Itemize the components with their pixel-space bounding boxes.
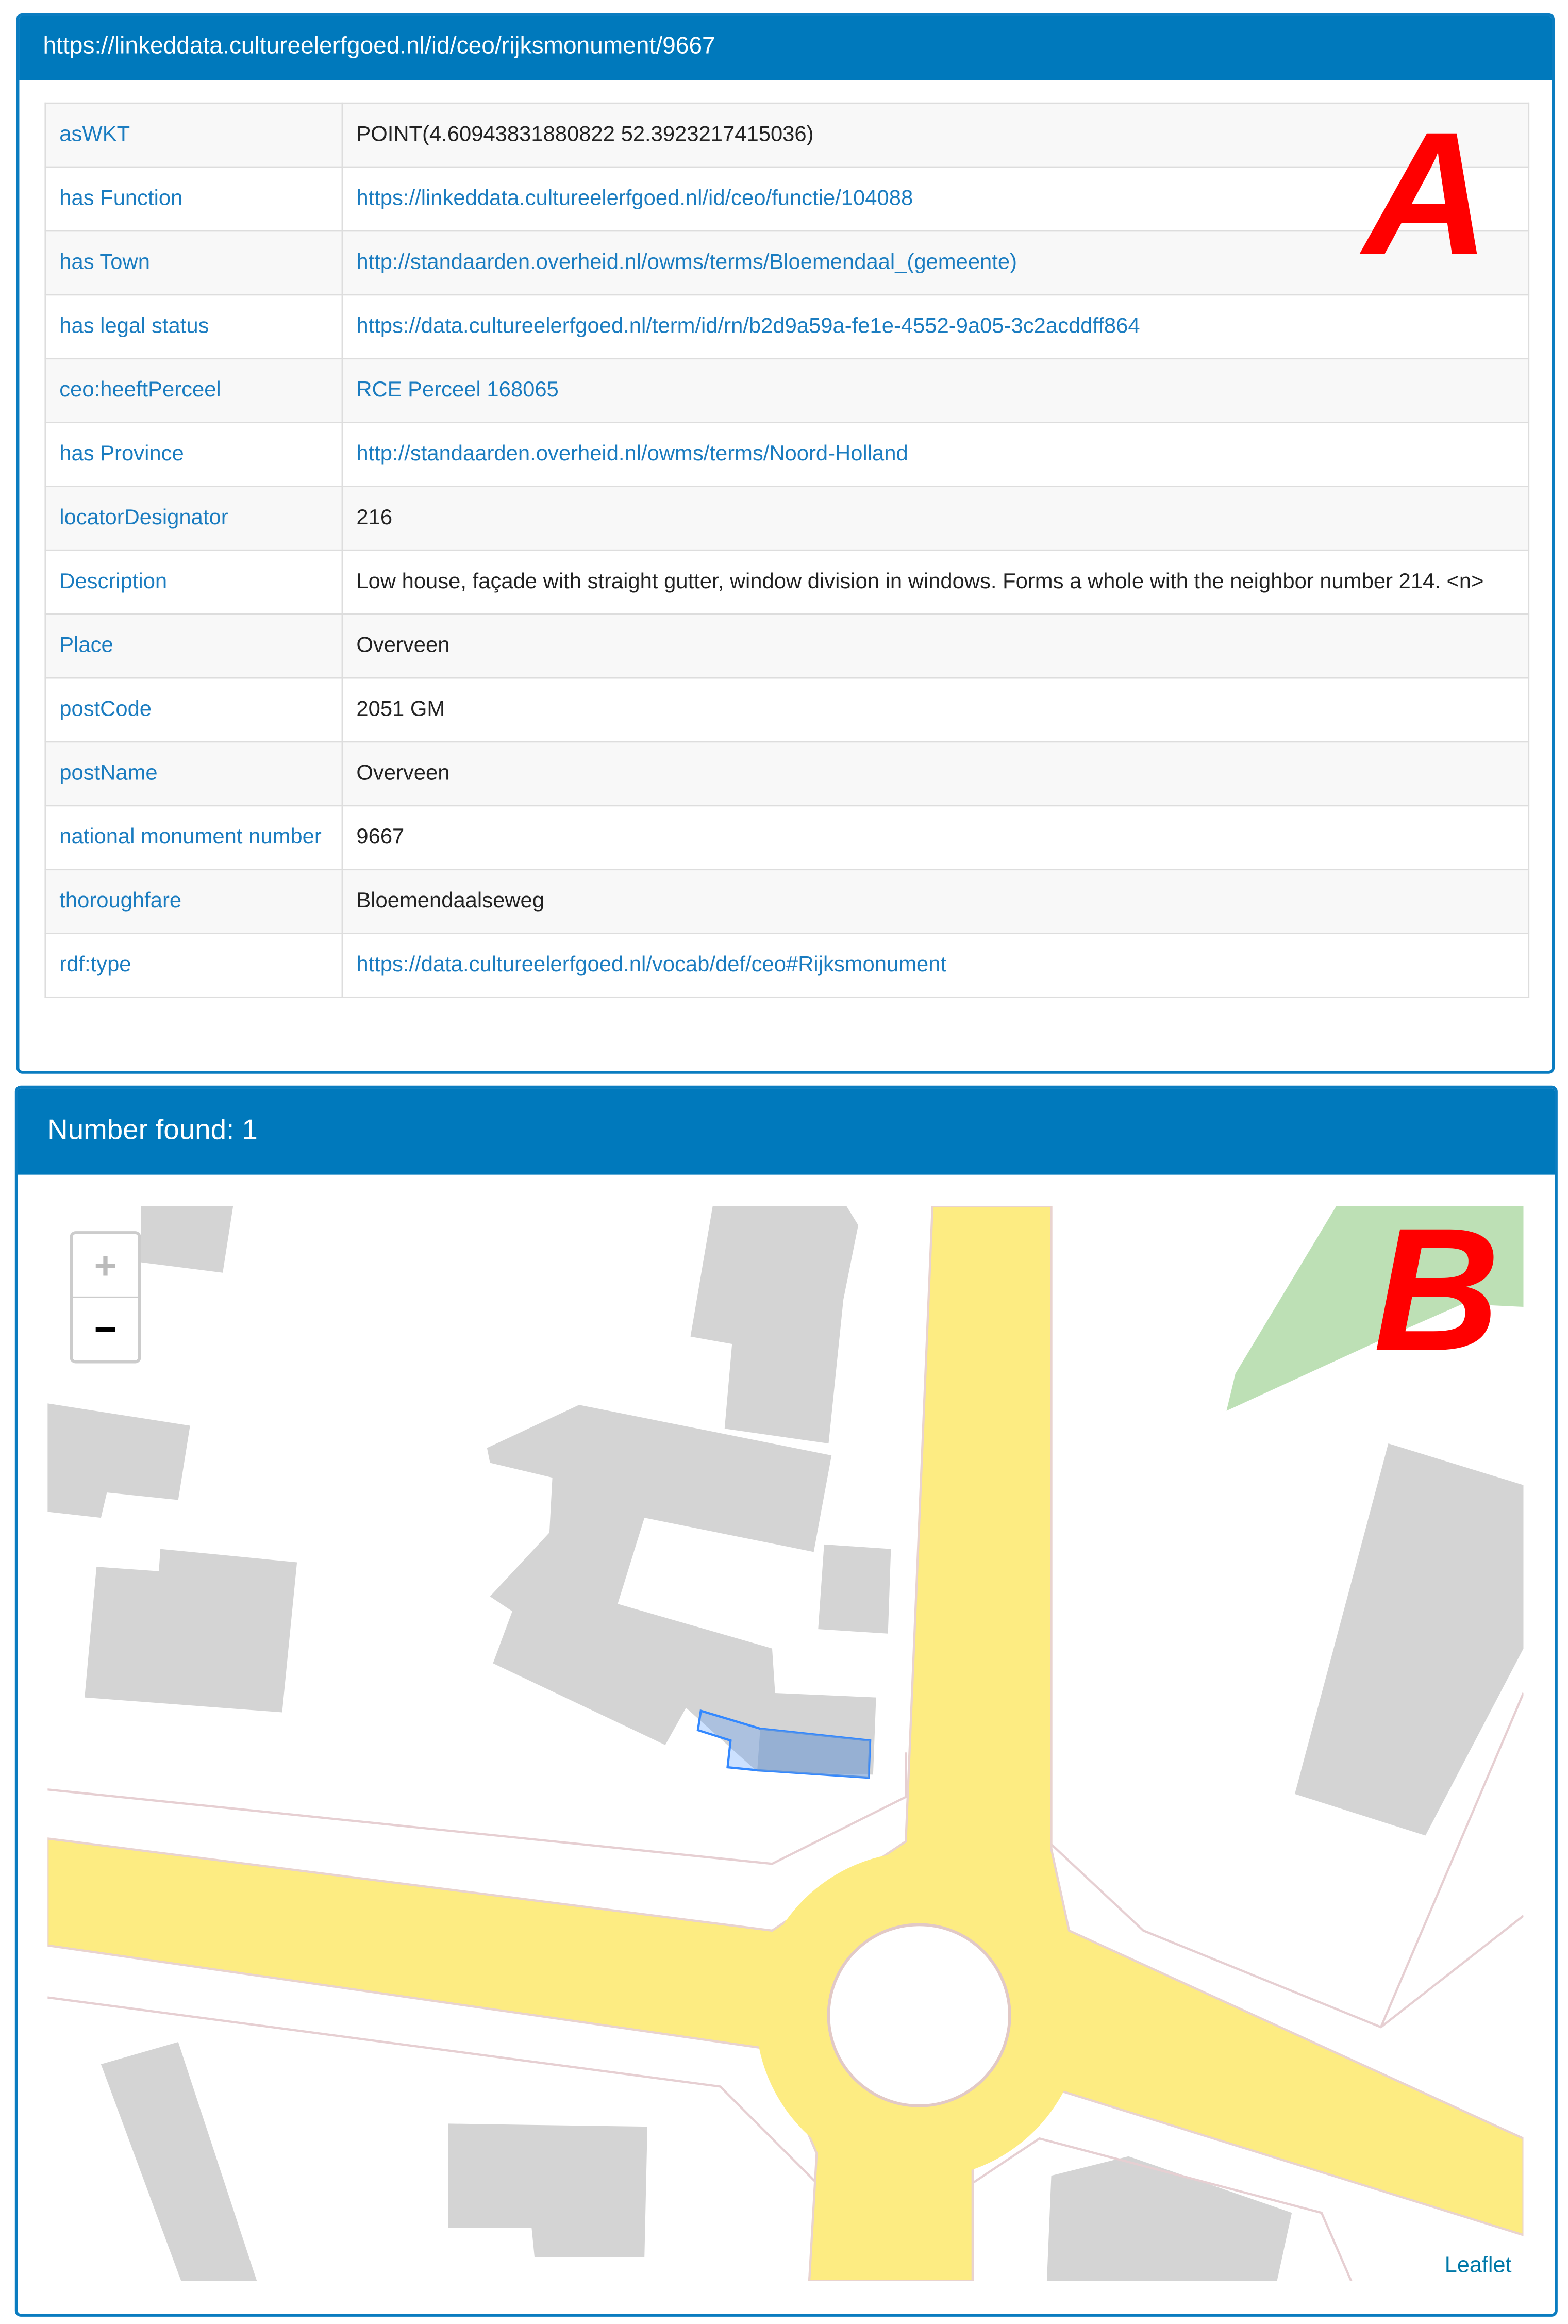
table-row: has Province http://standaarden.overheid.… [44,422,1530,487]
roundabout-island [827,1923,1011,2107]
property-value-cell: https://data.cultureelerfgoed.nl/term/id… [341,294,1530,360]
property-value-cell: http://standaarden.overheid.nl/owms/term… [341,230,1530,296]
number-found: Number found: 1 [18,1088,1555,1175]
property-key[interactable]: asWKT [44,102,343,168]
property-value: 2051 GM [356,698,445,722]
property-key[interactable]: locatorDesignator [44,485,343,551]
annotation-letter-a: A [1363,96,1490,293]
property-value-cell: POINT(4.60943831880822 52.3923217415036) [341,102,1530,168]
map[interactable]: + − Leaflet [47,1206,1524,2281]
property-key[interactable]: national monument number [44,805,343,871]
property-value: POINT(4.60943831880822 52.3923217415036) [356,123,814,147]
property-key[interactable]: has Town [44,230,343,296]
property-value-cell: http://standaarden.overheid.nl/owms/term… [341,422,1530,487]
table-row: locatorDesignator 216 [44,485,1530,551]
property-key[interactable]: has Function [44,166,343,232]
property-key[interactable]: has legal status [44,294,343,360]
property-key[interactable]: thoroughfare [44,869,343,934]
resource-title: https://linkeddata.cultureelerfgoed.nl/i… [19,16,1552,80]
property-value-cell: https://linkeddata.cultureelerfgoed.nl/i… [341,166,1530,232]
table-row: rdf:type https://data.cultureelerfgoed.nl… [44,933,1530,998]
property-value-link[interactable]: http://standaarden.overheid.nl/owms/term… [356,442,908,466]
table-row: national monument number 9667 [44,805,1530,871]
table-row: ceo:heeftPerceel RCE Perceel 168065 [44,358,1530,423]
property-value-link[interactable]: https://data.cultureelerfgoed.nl/vocab/d… [356,953,946,977]
zoom-in-button[interactable]: + [73,1234,138,1298]
property-key[interactable]: postCode [44,677,343,743]
map-tiles [47,1206,1524,2281]
property-key[interactable]: Place [44,613,343,679]
property-value-cell: https://data.cultureelerfgoed.nl/vocab/d… [341,933,1530,998]
property-value: Overveen [356,761,450,786]
table-row: postCode 2051 GM [44,677,1530,743]
property-value-link[interactable]: RCE Perceel 168065 [356,379,558,403]
table-row: postName Overveen [44,741,1530,807]
property-value-cell: Low house, façade with straight gutter, … [341,549,1530,615]
property-value: Low house, façade with straight gutter, … [356,570,1484,594]
table-row: Description Low house, façade with straig… [44,549,1530,615]
properties-table: asWKT POINT(4.60943831880822 52.392321741… [44,102,1530,998]
table-row: Place Overveen [44,613,1530,679]
property-value-link[interactable]: http://standaarden.overheid.nl/owms/term… [356,251,1017,275]
leaflet-attribution-link[interactable]: Leaflet [1445,2253,1512,2278]
property-value-link[interactable]: https://data.cultureelerfgoed.nl/term/id… [356,315,1140,339]
property-key[interactable]: postName [44,741,343,807]
property-key[interactable]: Description [44,549,343,615]
table-row: has legal status https://data.cultureeler… [44,294,1530,360]
property-value-cell: 216 [341,485,1530,551]
property-value-cell: Bloemendaalseweg [341,869,1530,934]
resource-panel: https://linkeddata.cultureelerfgoed.nl/i… [16,13,1555,1074]
table-row: has Function https://linkeddata.cultureel… [44,166,1530,232]
table-row: asWKT POINT(4.60943831880822 52.392321741… [44,102,1530,168]
table-row: has Town http://standaarden.overheid.nl/o… [44,230,1530,296]
property-value-cell: RCE Perceel 168065 [341,358,1530,423]
property-value: Bloemendaalseweg [356,889,544,914]
property-value: 216 [356,506,393,530]
results-panel: Number found: 1 + − Leaflet [14,1085,1558,2317]
property-value-cell: Overveen [341,613,1530,679]
zoom-control: + − [70,1231,141,1364]
property-value: 9667 [356,825,405,850]
property-value: Overveen [356,634,450,658]
property-value-cell: 2051 GM [341,677,1530,743]
table-row: thoroughfare Bloemendaalseweg [44,869,1530,934]
property-key[interactable]: has Province [44,422,343,487]
zoom-out-button[interactable]: − [73,1298,138,1360]
property-value-cell: Overveen [341,741,1530,807]
annotation-letter-b: B [1373,1192,1500,1389]
property-value-cell: 9667 [341,805,1530,871]
property-key[interactable]: rdf:type [44,933,343,998]
property-key[interactable]: ceo:heeftPerceel [44,358,343,423]
property-value-link[interactable]: https://linkeddata.cultureelerfgoed.nl/i… [356,187,913,211]
